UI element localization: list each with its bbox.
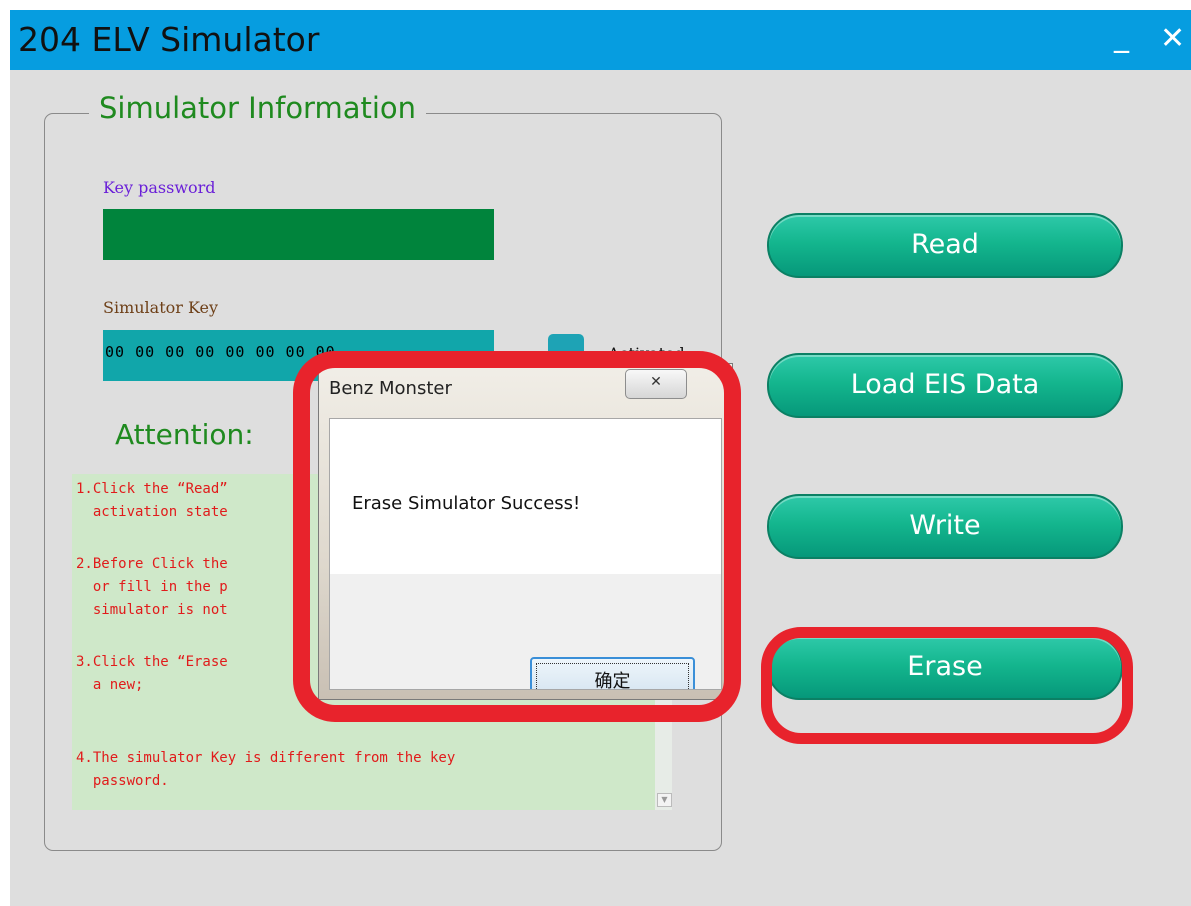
note-2: 2.Before Click the or fill in the p simu… <box>76 556 228 618</box>
note-1: 1.Click the “Read” activation state <box>76 481 228 520</box>
read-button[interactable]: Read <box>767 213 1123 278</box>
title-bar[interactable]: 204 ELV Simulator _ ✕ <box>10 10 1191 70</box>
write-button[interactable]: Write <box>767 494 1123 559</box>
window-title: 204 ELV Simulator <box>18 20 320 59</box>
load-eis-data-button[interactable]: Load EIS Data <box>767 353 1123 418</box>
note-3: 3.Click the “Erase a new; <box>76 654 228 693</box>
attention-heading: Attention: <box>115 418 254 451</box>
key-password-label: Key password <box>103 178 216 197</box>
close-icon[interactable]: ✕ <box>1160 24 1185 54</box>
scroll-down-icon[interactable]: ▼ <box>657 793 672 807</box>
simulator-key-label: Simulator Key <box>103 298 219 317</box>
group-legend: Simulator Information <box>89 91 427 125</box>
simulator-key-value: 00 00 00 00 00 00 00 00 <box>105 343 336 361</box>
note-4: 4.The simulator Key is different from th… <box>76 750 456 789</box>
key-password-field[interactable] <box>103 209 494 260</box>
dialog-highlight-annotation <box>293 351 741 722</box>
erase-highlight-annotation <box>761 627 1133 744</box>
minimize-icon[interactable]: _ <box>1114 22 1129 52</box>
